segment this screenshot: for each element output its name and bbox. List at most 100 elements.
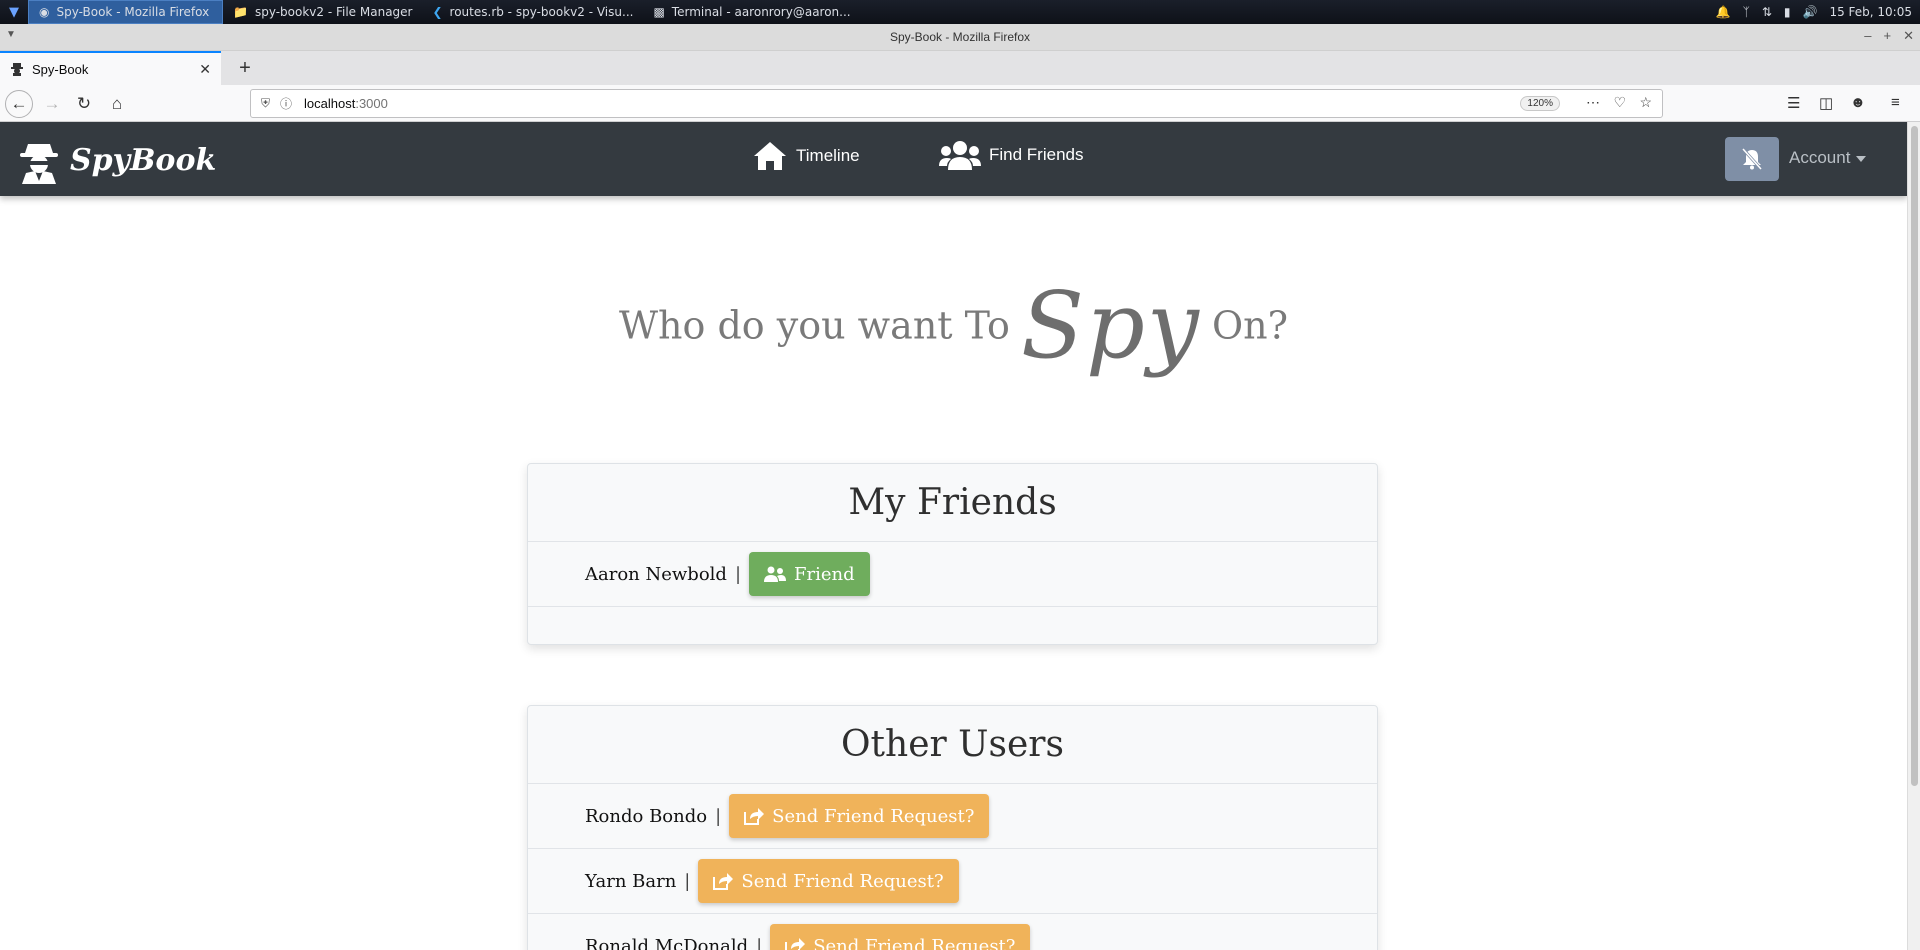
send-friend-request-button[interactable]: Send Friend Request? bbox=[770, 924, 1031, 950]
other-users-title: Other Users bbox=[528, 706, 1377, 784]
nav-toolbar: ← → ↻ ⌂ ⛨ ⓘ localhost:3000 120% ⋯ ♡ ☆ ☰ … bbox=[0, 85, 1920, 122]
tracking-shield-icon[interactable]: ⛨ bbox=[261, 96, 270, 111]
scrollbar-thumb[interactable] bbox=[1911, 126, 1918, 786]
nav-timeline-label: Timeline bbox=[796, 146, 860, 165]
taskbar-task-label: routes.rb - spy-bookv2 - Visu... bbox=[449, 5, 634, 19]
home-icon bbox=[754, 142, 786, 170]
friend-row: Aaron Newbold | Friend bbox=[528, 542, 1377, 607]
folder-icon: 📁 bbox=[233, 5, 248, 19]
user-name: Rondo Bondo bbox=[585, 805, 708, 827]
brand-name: SpyBook bbox=[70, 142, 217, 178]
app-menu-icon[interactable]: ▼ bbox=[0, 0, 28, 24]
notification-bell-icon[interactable]: 🔔 bbox=[1716, 5, 1731, 19]
battery-icon[interactable]: ▮ bbox=[1784, 5, 1791, 19]
send-request-label: Send Friend Request? bbox=[772, 805, 975, 827]
volume-icon[interactable]: 🔊 bbox=[1803, 5, 1818, 19]
user-row: Ronald McDonald | Send Friend Request? bbox=[528, 914, 1377, 950]
nav-find-friends-link[interactable]: Find Friends bbox=[939, 140, 1083, 170]
send-request-label: Send Friend Request? bbox=[741, 870, 944, 892]
close-window-icon[interactable]: ✕ bbox=[1903, 28, 1914, 44]
taskbar-task-label: Spy-Book - Mozilla Firefox bbox=[56, 5, 210, 19]
window-title: Spy-Book - Mozilla Firefox bbox=[889, 30, 1031, 44]
system-tray: 🔔 ᛉ ⇅ ▮ 🔊 15 Feb, 10:05 bbox=[1716, 0, 1912, 24]
brand-logo[interactable]: SpyBook bbox=[18, 136, 216, 184]
nav-timeline-link[interactable]: Timeline bbox=[752, 140, 860, 172]
users-icon bbox=[939, 141, 981, 170]
user-name: Ronald McDonald bbox=[585, 935, 749, 950]
hamburger-menu-icon[interactable]: ≡ bbox=[1891, 94, 1900, 111]
heading-part1: Who do you want To bbox=[618, 303, 1010, 348]
reload-button[interactable]: ↻ bbox=[70, 90, 98, 118]
sidebar-icon[interactable]: ◫ bbox=[1819, 94, 1833, 112]
firefox-icon: ◉ bbox=[39, 5, 50, 19]
bookmark-star-icon[interactable]: ☆ bbox=[1639, 94, 1652, 111]
send-friend-request-button[interactable]: Send Friend Request? bbox=[729, 794, 990, 838]
friend-button-label: Friend bbox=[794, 563, 855, 585]
share-square-icon bbox=[713, 873, 734, 890]
site-info-icon[interactable]: ⓘ bbox=[280, 95, 292, 112]
home-button[interactable]: ⌂ bbox=[103, 90, 131, 118]
bell-slash-icon bbox=[1741, 147, 1763, 171]
my-friends-title: My Friends bbox=[528, 464, 1377, 542]
spy-logo-icon bbox=[20, 144, 58, 184]
tab-spy-book[interactable]: Spy-Book ✕ bbox=[0, 51, 221, 85]
taskbar-task-label: Terminal - aaronrory@aaron... bbox=[671, 5, 851, 19]
page-actions-icon[interactable]: ⋯ bbox=[1586, 94, 1600, 111]
separator: | bbox=[684, 870, 691, 892]
library-icon[interactable]: ☰ bbox=[1787, 94, 1800, 112]
account-label: Account bbox=[1789, 148, 1851, 167]
separator: | bbox=[756, 935, 763, 950]
clock[interactable]: 15 Feb, 10:05 bbox=[1829, 5, 1912, 19]
window-titlebar: ▼ Spy-Book - Mozilla Firefox – + ✕ bbox=[0, 24, 1920, 51]
user-row: Rondo Bondo | Send Friend Request? bbox=[528, 784, 1377, 849]
taskbar-task-firefox[interactable]: ◉ Spy-Book - Mozilla Firefox bbox=[28, 0, 223, 24]
new-tab-button[interactable]: + bbox=[232, 55, 258, 81]
maximize-icon[interactable]: + bbox=[1884, 28, 1892, 44]
tab-title: Spy-Book bbox=[32, 61, 89, 77]
user-row: Yarn Barn | Send Friend Request? bbox=[528, 849, 1377, 914]
other-users-card: Other Users Rondo Bondo | Send Friend Re… bbox=[527, 705, 1378, 950]
my-friends-card: My Friends Aaron Newbold | Friend bbox=[527, 463, 1378, 645]
bluetooth-icon[interactable]: ᛉ bbox=[1743, 5, 1750, 19]
taskbar-task-label: spy-bookv2 - File Manager bbox=[254, 5, 413, 19]
pocket-icon[interactable]: ♡ bbox=[1613, 94, 1626, 111]
close-tab-icon[interactable]: ✕ bbox=[199, 61, 211, 78]
heading-part2: On? bbox=[1212, 303, 1289, 348]
minimize-icon[interactable]: – bbox=[1864, 28, 1871, 44]
share-square-icon bbox=[744, 808, 765, 825]
page-heading: Who do you want To Spy On? bbox=[0, 272, 1907, 379]
friend-name: Aaron Newbold bbox=[585, 563, 727, 585]
tab-strip: Spy-Book ✕ + bbox=[0, 51, 1920, 85]
network-icon[interactable]: ⇅ bbox=[1762, 5, 1772, 19]
terminal-icon: ▩ bbox=[653, 5, 665, 19]
caret-down-icon bbox=[1856, 155, 1867, 162]
desktop-taskbar: ▼ ◉ Spy-Book - Mozilla Firefox 📁 spy-boo… bbox=[0, 0, 1920, 24]
nav-find-friends-label: Find Friends bbox=[989, 145, 1084, 164]
user-friends-icon bbox=[764, 566, 787, 582]
send-request-label: Send Friend Request? bbox=[813, 935, 1016, 950]
site-navbar: SpyBook Timeline Find Friends Account bbox=[0, 122, 1907, 196]
forward-button[interactable]: → bbox=[38, 90, 66, 118]
taskbar-task-vscode[interactable]: ❮ routes.rb - spy-bookv2 - Visu... bbox=[422, 0, 643, 24]
back-button[interactable]: ← bbox=[5, 90, 33, 118]
url-bar[interactable]: ⛨ ⓘ localhost:3000 120% ⋯ ♡ ☆ bbox=[250, 89, 1663, 118]
send-friend-request-button[interactable]: Send Friend Request? bbox=[698, 859, 959, 903]
friend-button[interactable]: Friend bbox=[749, 552, 870, 596]
account-avatar-icon[interactable]: ☻ bbox=[1850, 94, 1866, 111]
separator: | bbox=[715, 805, 722, 827]
heading-script: Spy bbox=[1021, 272, 1201, 379]
friends-footer bbox=[528, 607, 1377, 635]
separator: | bbox=[734, 563, 742, 585]
taskbar-task-terminal[interactable]: ▩ Terminal - aaronrory@aaron... bbox=[643, 0, 860, 24]
page-viewport: SpyBook Timeline Find Friends Account Wh… bbox=[0, 122, 1907, 950]
spy-favicon-icon bbox=[11, 63, 23, 76]
user-name: Yarn Barn bbox=[585, 870, 677, 892]
account-dropdown[interactable]: Account bbox=[1789, 148, 1867, 168]
share-square-icon bbox=[785, 938, 806, 950]
url-text[interactable]: localhost:3000 bbox=[304, 96, 388, 111]
vscode-icon: ❮ bbox=[432, 5, 443, 19]
notifications-button[interactable] bbox=[1725, 137, 1779, 181]
taskbar-task-file-manager[interactable]: 📁 spy-bookv2 - File Manager bbox=[223, 0, 422, 24]
zoom-indicator[interactable]: 120% bbox=[1520, 96, 1560, 111]
page-scrollbar[interactable] bbox=[1907, 122, 1920, 950]
